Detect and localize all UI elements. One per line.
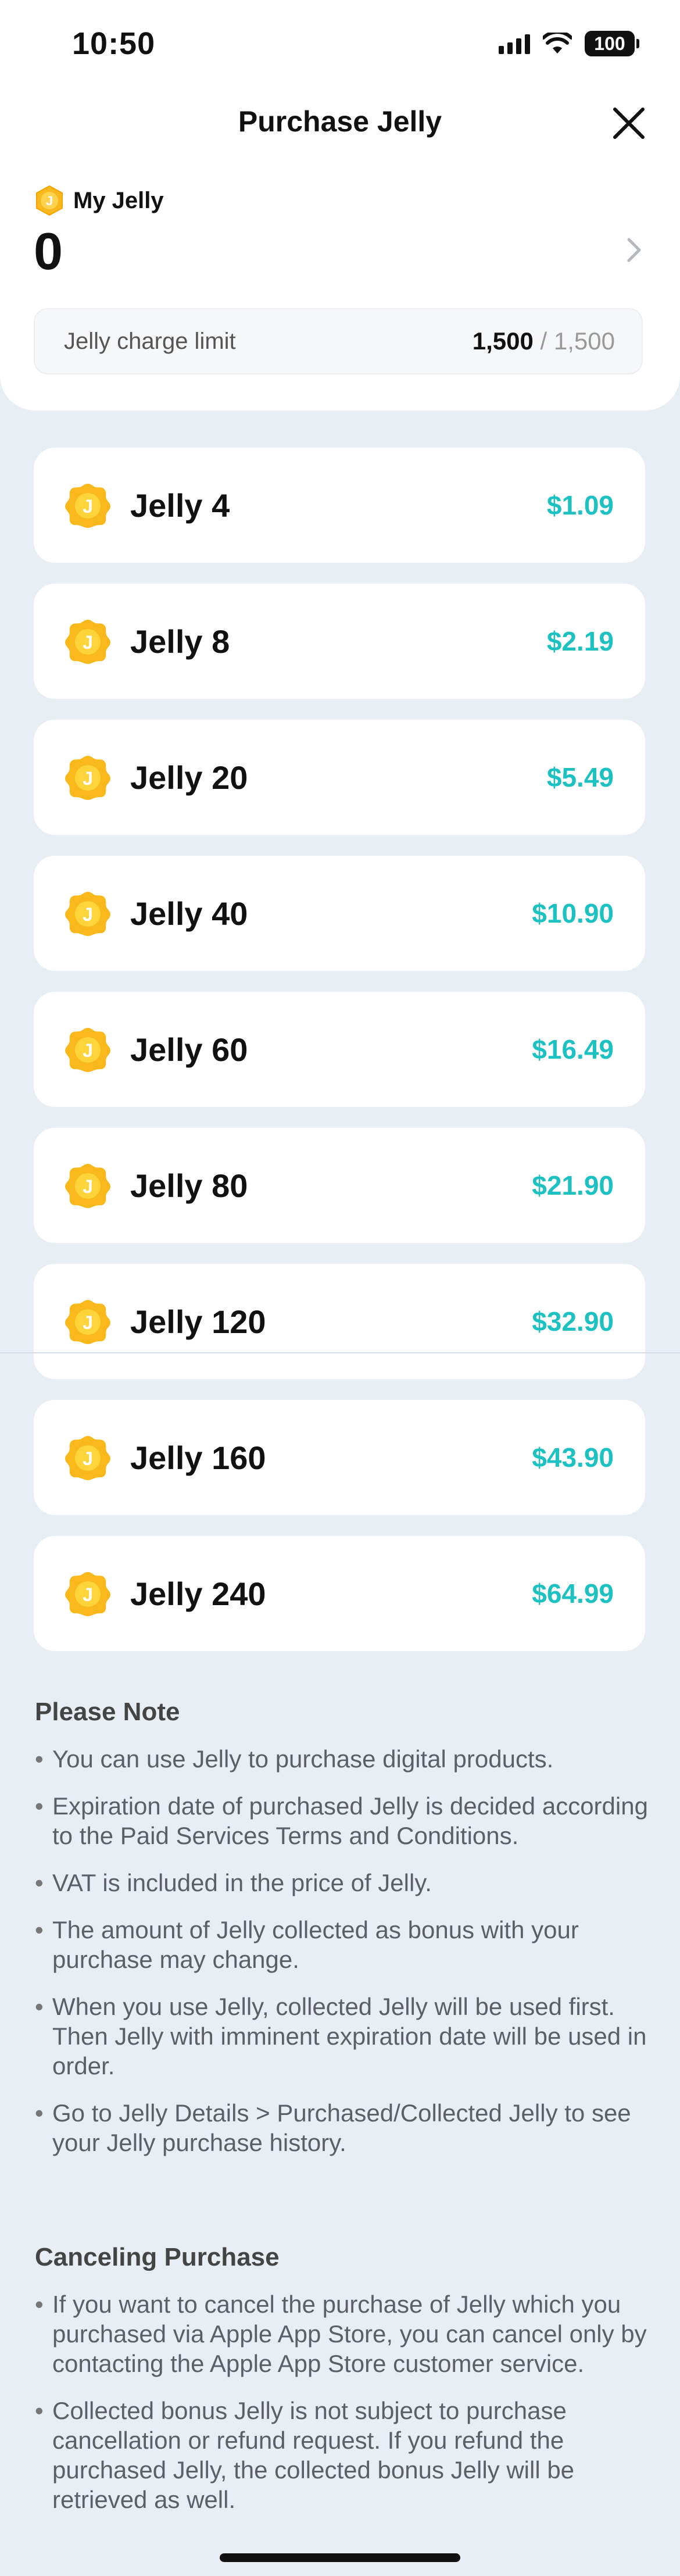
close-icon[interactable] bbox=[611, 106, 646, 141]
product-name: Jelly 40 bbox=[130, 895, 248, 932]
product-price: $2.19 bbox=[546, 626, 614, 656]
charge-limit-values: 1,500 / 1,500 bbox=[473, 327, 615, 355]
jelly-coin-icon: J bbox=[34, 185, 65, 216]
canceling-purchase-section: Canceling Purchase If you want to cancel… bbox=[35, 2243, 651, 2532]
svg-text:J: J bbox=[46, 194, 53, 208]
battery-icon: 100 bbox=[585, 31, 639, 56]
please-note-list: You can use Jelly to purchase digital pr… bbox=[35, 1744, 651, 2157]
product-name: Jelly 120 bbox=[130, 1303, 266, 1340]
svg-text:J: J bbox=[83, 1448, 93, 1469]
wifi-icon bbox=[543, 33, 572, 55]
product-name: Jelly 80 bbox=[130, 1167, 248, 1204]
scroll-divider bbox=[0, 1352, 680, 1353]
svg-text:J: J bbox=[83, 1040, 93, 1061]
product-card-1[interactable]: J Jelly 4 $1.09 bbox=[34, 448, 645, 563]
product-price: $64.99 bbox=[532, 1578, 614, 1609]
jelly-coin-icon: J bbox=[64, 1026, 112, 1073]
charge-limit-current: 1,500 bbox=[472, 327, 534, 355]
product-card-4[interactable]: J Jelly 40 $10.90 bbox=[34, 856, 645, 971]
product-price: $21.90 bbox=[532, 1170, 614, 1201]
note-item: VAT is included in the price of Jelly. bbox=[35, 1868, 651, 1898]
status-time: 10:50 bbox=[72, 26, 156, 61]
note-item: Expiration date of purchased Jelly is de… bbox=[35, 1791, 651, 1850]
svg-text:J: J bbox=[83, 768, 93, 789]
my-jelly-label: My Jelly bbox=[73, 187, 164, 213]
product-card-6[interactable]: J Jelly 80 $21.90 bbox=[34, 1128, 645, 1243]
status-bar: 10:50 100 bbox=[0, 0, 680, 87]
product-price: $16.49 bbox=[532, 1034, 614, 1064]
svg-text:J: J bbox=[83, 1312, 93, 1333]
product-name: Jelly 20 bbox=[130, 759, 248, 796]
product-card-5[interactable]: J Jelly 60 $16.49 bbox=[34, 992, 645, 1107]
product-card-2[interactable]: J Jelly 8 $2.19 bbox=[34, 584, 645, 699]
jelly-coin-icon: J bbox=[64, 1570, 112, 1617]
note-item: Collected bonus Jelly is not subject to … bbox=[35, 2396, 651, 2514]
product-price: $1.09 bbox=[546, 490, 614, 520]
jelly-coin-icon: J bbox=[64, 617, 112, 665]
product-name: Jelly 160 bbox=[130, 1439, 266, 1476]
note-item: When you use Jelly, collected Jelly will… bbox=[35, 1992, 651, 2081]
please-note-title: Please Note bbox=[35, 1698, 180, 1726]
product-card-9[interactable]: J Jelly 240 $64.99 bbox=[34, 1536, 645, 1651]
product-card-7[interactable]: J Jelly 120 $32.90 bbox=[34, 1264, 645, 1379]
wallet-card: Purchase Jelly J My Jelly 0 Jelly charge… bbox=[0, 87, 680, 410]
canceling-purchase-title: Canceling Purchase bbox=[35, 2243, 280, 2271]
product-card-8[interactable]: J Jelly 160 $43.90 bbox=[34, 1400, 645, 1515]
product-price: $43.90 bbox=[532, 1442, 614, 1473]
product-price: $10.90 bbox=[532, 898, 614, 928]
status-icons: 100 bbox=[499, 29, 639, 58]
jelly-coin-icon: J bbox=[64, 753, 112, 801]
canceling-purchase-list: If you want to cancel the purchase of Je… bbox=[35, 2289, 651, 2514]
svg-text:J: J bbox=[83, 1176, 93, 1197]
product-price: $32.90 bbox=[532, 1306, 614, 1337]
note-item: The amount of Jelly collected as bonus w… bbox=[35, 1915, 651, 1974]
product-name: Jelly 4 bbox=[130, 487, 230, 524]
product-name: Jelly 240 bbox=[130, 1575, 266, 1612]
jelly-coin-icon: J bbox=[64, 1162, 112, 1209]
svg-text:J: J bbox=[83, 904, 93, 925]
product-list: J Jelly 4 $1.09 J Jelly 8 $2.19 J Jelly … bbox=[34, 448, 645, 1672]
charge-limit-box: Jelly charge limit 1,500 / 1,500 bbox=[34, 308, 643, 374]
charge-limit-label: Jelly charge limit bbox=[64, 328, 236, 354]
product-card-3[interactable]: J Jelly 20 $5.49 bbox=[34, 720, 645, 835]
jelly-coin-icon: J bbox=[64, 889, 112, 937]
chevron-right-icon[interactable] bbox=[623, 233, 646, 267]
product-name: Jelly 8 bbox=[130, 623, 230, 660]
svg-text:J: J bbox=[83, 1584, 93, 1605]
my-jelly-row: J My Jelly bbox=[34, 185, 164, 216]
signal-icon bbox=[499, 33, 530, 54]
product-name: Jelly 60 bbox=[130, 1031, 248, 1068]
note-item: Go to Jelly Details > Purchased/Collecte… bbox=[35, 2098, 651, 2157]
please-note-section: Please Note You can use Jelly to purchas… bbox=[35, 1698, 651, 2175]
jelly-coin-icon: J bbox=[64, 1298, 112, 1345]
jelly-balance: 0 bbox=[34, 223, 63, 281]
note-item: If you want to cancel the purchase of Je… bbox=[35, 2289, 651, 2378]
product-price: $5.49 bbox=[546, 762, 614, 792]
svg-text:J: J bbox=[83, 632, 93, 653]
note-item: You can use Jelly to purchase digital pr… bbox=[35, 1744, 651, 1774]
jelly-coin-icon: J bbox=[64, 1434, 112, 1481]
svg-text:J: J bbox=[83, 496, 93, 517]
charge-limit-max: / 1,500 bbox=[540, 327, 615, 355]
page-title: Purchase Jelly bbox=[238, 105, 442, 138]
jelly-coin-icon: J bbox=[64, 481, 112, 529]
home-indicator bbox=[220, 2553, 460, 2562]
